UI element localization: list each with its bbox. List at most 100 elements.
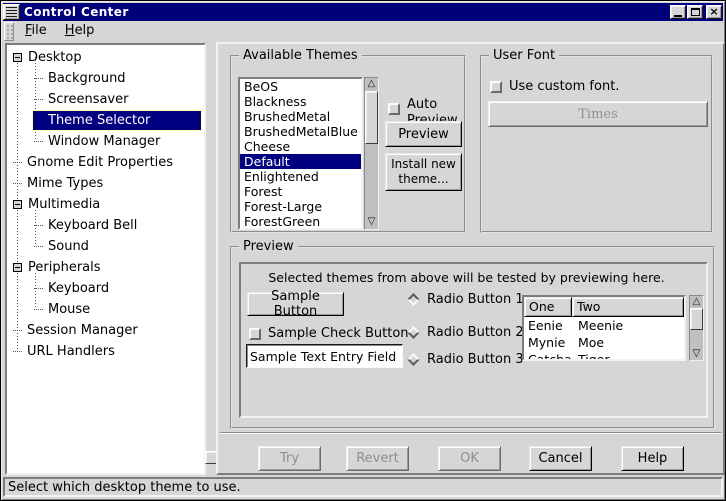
sample-text-entry[interactable] [246, 344, 403, 368]
theme-list-scrollbar[interactable]: △ ▽ [364, 77, 379, 230]
tree-item-mouse[interactable]: Mouse [7, 299, 204, 320]
table-cell: Catcha [524, 351, 572, 359]
preview-area: Selected themes from above will be teste… [239, 262, 708, 418]
try-button[interactable]: Try [258, 446, 321, 471]
tree-item-peripherals[interactable]: Peripherals [7, 257, 204, 278]
close-icon: × [709, 7, 718, 17]
tree-item-label: Mouse [48, 302, 90, 317]
radio-radio-button-1[interactable]: Radio Button 1 [406, 292, 524, 307]
table-row[interactable]: EenieMeenie [524, 317, 684, 334]
theme-item-brushedmetalblue[interactable]: BrushedMetalBlue [240, 124, 361, 139]
tree-item-label: Theme Selector [48, 113, 150, 128]
window-menu-button[interactable] [3, 4, 20, 20]
tree-branch-line [34, 78, 43, 79]
menubar: FileHelp [3, 21, 723, 42]
menu-help[interactable]: Help [56, 21, 104, 42]
tree-collapse-icon[interactable] [13, 263, 22, 272]
tree-branch-line [34, 309, 43, 310]
theme-item-blackness[interactable]: Blackness [240, 94, 361, 109]
tree-item-window-manager[interactable]: Window Manager [7, 131, 204, 152]
scroll-down-icon[interactable]: ▽ [690, 348, 703, 360]
radio-label: Radio Button 2 [427, 325, 524, 340]
tree-item-session-manager[interactable]: Session Manager [7, 320, 204, 341]
tree-item-label: Keyboard [48, 281, 109, 296]
menu-file[interactable]: File [16, 21, 56, 42]
theme-item-beos[interactable]: BeOS [240, 79, 361, 94]
table-scrollbar[interactable]: △ ▽ [689, 295, 704, 361]
theme-item-forest[interactable]: Forest [240, 184, 361, 199]
tree-item-label: Sound [48, 239, 89, 254]
install-new-theme-button[interactable]: Install new theme... [385, 153, 462, 191]
radio-icon [407, 353, 420, 366]
tree-branch-line [13, 183, 22, 184]
theme-item-forestgreen[interactable]: ForestGreen [240, 214, 361, 229]
tree-item-label: Screensaver [48, 92, 128, 107]
paned-divider[interactable] [206, 43, 216, 475]
tree-item-multimedia[interactable]: Multimedia [7, 194, 204, 215]
tree-item-url-handlers[interactable]: URL Handlers [7, 341, 204, 362]
tree-item-keyboard[interactable]: Keyboard [7, 278, 204, 299]
tree-rows: DesktopBackground Screensaver Theme Select… [7, 47, 204, 362]
tree-branch-line [13, 162, 22, 163]
theme-item-enlightened[interactable]: Enlightened [240, 169, 361, 184]
tree-item-label: Window Manager [48, 134, 160, 149]
preview-table[interactable]: OneTwo EenieMeenieMynieMoeCatchaTiger [522, 295, 686, 361]
category-tree: DesktopBackground Screensaver Theme Select… [5, 43, 206, 475]
preview-button[interactable]: Preview [385, 121, 462, 147]
scroll-down-icon[interactable]: ▽ [365, 216, 378, 229]
scrollbar-thumb[interactable] [690, 308, 703, 330]
tree-item-mime-types[interactable]: Mime Types [7, 173, 204, 194]
tree-item-screensaver[interactable]: Screensaver [7, 89, 204, 110]
scroll-up-icon[interactable]: △ [690, 296, 703, 308]
use-custom-font-checkbox[interactable]: Use custom font. [490, 79, 619, 94]
tree-item-keyboard-bell[interactable]: Keyboard Bell [7, 215, 204, 236]
button-separator [220, 432, 721, 434]
radio-icon [407, 326, 420, 339]
sample-check-button[interactable]: Sample Check Button [249, 326, 409, 341]
help-button[interactable]: Help [621, 446, 684, 471]
tree-item-sound[interactable]: Sound [7, 236, 204, 257]
theme-item-cheese[interactable]: Cheese [240, 139, 361, 154]
radio-radio-button-2[interactable]: Radio Button 2 [406, 325, 524, 340]
theme-list[interactable]: BeOSBlacknessBrushedMetalBrushedMetalBlu… [238, 77, 363, 230]
tree-item-label: URL Handlers [27, 344, 115, 359]
preview-legend: Preview [239, 239, 298, 254]
theme-item-brushedmetal[interactable]: BrushedMetal [240, 109, 361, 124]
tree-item-label: Peripherals [28, 260, 101, 275]
revert-button[interactable]: Revert [346, 446, 409, 471]
user-font-legend: User Font [489, 48, 559, 63]
close-button[interactable]: × [706, 5, 722, 19]
column-header-two[interactable]: Two [572, 297, 684, 317]
scrollbar-thumb[interactable] [365, 91, 378, 144]
maximize-button[interactable] [687, 5, 703, 19]
tree-branch-line [34, 99, 43, 100]
scroll-up-icon[interactable]: △ [365, 78, 378, 91]
table-row[interactable]: CatchaTiger [524, 351, 684, 359]
table-header: OneTwo [524, 297, 684, 317]
minimize-button[interactable] [670, 5, 686, 19]
checkbox-icon [388, 103, 400, 115]
tree-item-label: Mime Types [27, 176, 103, 191]
tree-item-theme-selector[interactable]: Theme Selector [7, 110, 204, 131]
radio-radio-button-3[interactable]: Radio Button 3 [406, 352, 524, 367]
tree-item-label: Multimedia [28, 197, 100, 212]
tree-item-background[interactable]: Background [7, 68, 204, 89]
tree-item-label: Keyboard Bell [48, 218, 137, 233]
tree-branch-line [34, 141, 43, 142]
font-picker-button[interactable]: Times [488, 101, 708, 127]
table-cell: Moe [572, 334, 684, 351]
tree-collapse-icon[interactable] [13, 200, 22, 209]
table-row[interactable]: MynieMoe [524, 334, 684, 351]
menu-drag-handle[interactable] [4, 22, 14, 41]
sample-button[interactable]: Sample Button [247, 292, 344, 316]
column-header-one[interactable]: One [524, 297, 572, 317]
available-themes-frame: Available Themes BeOSBlacknessBrushedMet… [230, 55, 466, 233]
theme-item-default[interactable]: Default [240, 154, 361, 169]
tree-item-desktop[interactable]: Desktop [7, 47, 204, 68]
tree-collapse-icon[interactable] [13, 53, 22, 62]
minimize-icon [674, 15, 682, 17]
theme-item-forest-large[interactable]: Forest-Large [240, 199, 361, 214]
cancel-button[interactable]: Cancel [529, 446, 592, 471]
tree-item-gnome-edit-properties[interactable]: Gnome Edit Properties [7, 152, 204, 173]
ok-button[interactable]: OK [438, 446, 501, 471]
